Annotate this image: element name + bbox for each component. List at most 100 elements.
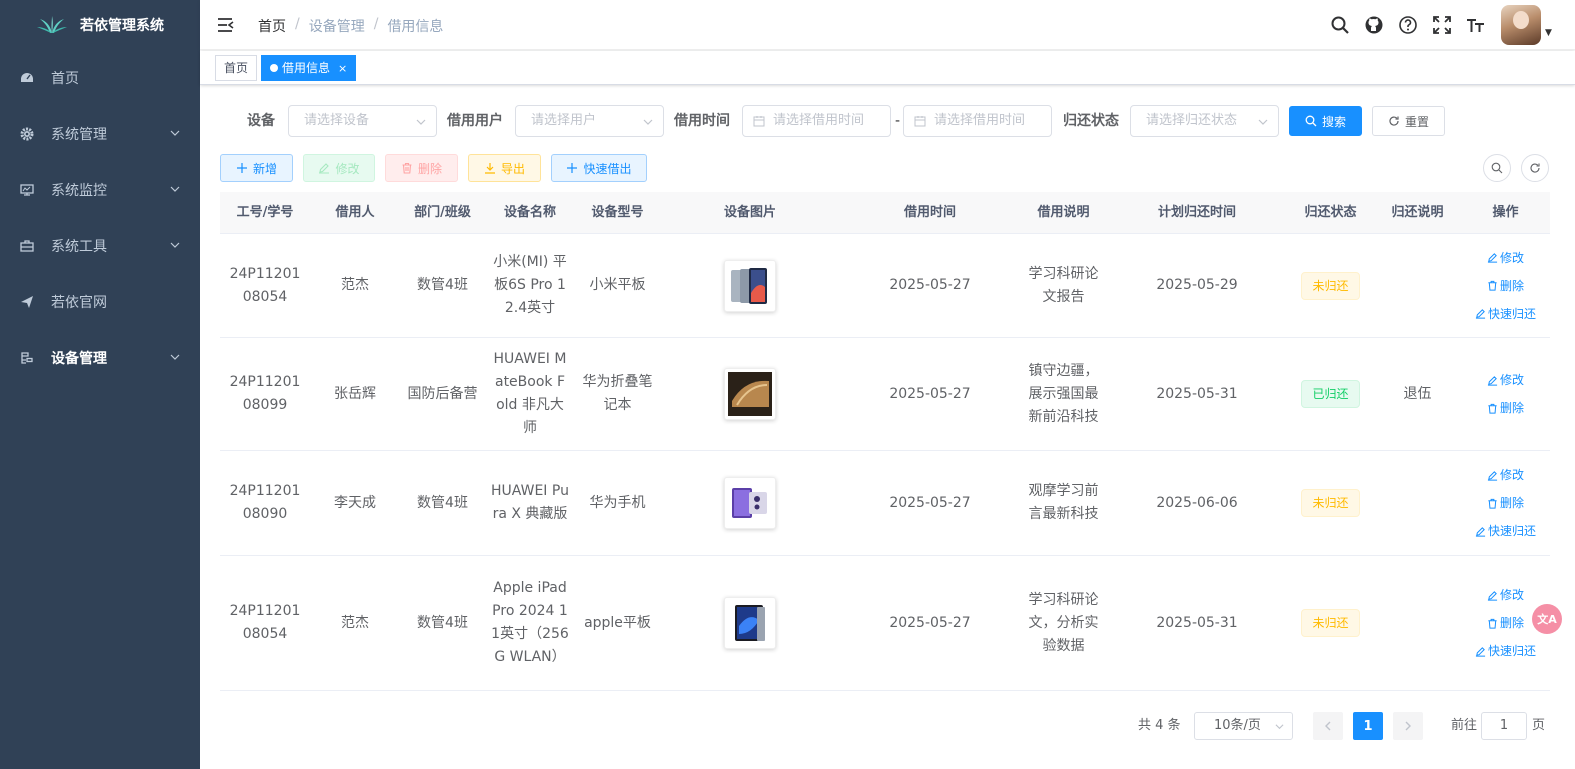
search-icon[interactable] [1323,0,1357,50]
time-start-placeholder: 请选择借用时间 [773,113,865,128]
search-button[interactable]: 搜索 [1289,106,1362,136]
reset-button[interactable]: 重置 [1372,106,1445,136]
device-image-laptop[interactable] [724,368,776,420]
app-logo[interactable]: 若依管理系统 [0,0,200,50]
plus-icon [567,163,578,173]
cell-borrow-time: 2025-05-27 [889,385,971,402]
send-icon [20,295,34,309]
user-select[interactable]: 请选择用户 [515,105,664,137]
search-form: 设备 请选择设备 借用用户 请选择用户 借用时间 请选择借用时间 - 请选择借用… [200,105,1575,137]
cell-id: 24P1120108054 [229,265,301,305]
row-delete-link[interactable]: 删除 [1487,276,1524,296]
font-size-icon[interactable] [1459,0,1493,50]
goto-page-input[interactable]: 1 [1481,712,1527,740]
cell-name: 张岳辉 [334,385,376,402]
page-number-button[interactable]: 1 [1353,712,1383,740]
app-title: 若依管理系统 [80,18,164,34]
translate-fab-icon[interactable]: 文A [1532,604,1562,634]
cell-image [660,556,840,690]
cell-model: apple平板 [584,614,651,631]
cell-status: 已归还 [1287,338,1374,450]
toggle-search-button[interactable] [1483,154,1511,182]
help-icon[interactable] [1391,0,1425,50]
row-edit-link[interactable]: 修改 [1487,585,1524,605]
avatar[interactable] [1501,5,1541,45]
sidebar-item-label: 系统管理 [51,127,107,143]
device-image-tablet[interactable] [724,259,776,312]
user-placeholder: 请选择用户 [531,113,597,128]
row-delete-link[interactable]: 删除 [1487,493,1524,513]
column-header: 部门/班级 [414,205,471,220]
cell-actions: 修改 删除 快速归还 [1461,451,1550,555]
row-delete-link[interactable]: 删除 [1487,613,1524,633]
fullscreen-icon[interactable] [1425,0,1459,50]
edit-icon [1475,309,1486,319]
row-quick-return-link[interactable]: 快速归还 [1475,304,1536,324]
caret-down-icon[interactable]: ▼ [1545,0,1557,50]
monitor-icon [20,183,34,197]
quick-borrow-button[interactable]: 快速借出 [551,154,647,182]
reset-button-label: 重置 [1404,114,1429,129]
next-page-button[interactable] [1393,712,1423,740]
row-delete-label: 删除 [1499,616,1524,630]
column-header: 操作 [1492,205,1519,220]
edit-button[interactable]: 修改 [303,154,375,182]
sidebar-item-device[interactable]: 设备管理 [0,330,200,386]
column-header: 设备型号 [591,205,644,220]
borrow-time-start-picker[interactable]: 请选择借用时间 [742,105,891,137]
device-image-ipad[interactable] [724,597,776,649]
device-image-phone[interactable] [724,477,776,529]
calendar-icon [914,116,926,127]
delete-button[interactable]: 删除 [385,154,458,182]
breadcrumb-item-home[interactable]: 首页 [258,16,286,36]
row-edit-link[interactable]: 修改 [1487,370,1524,390]
tag-borrow-info[interactable]: 借用信息 × [261,55,357,81]
sidebar-item-tools[interactable]: 系统工具 [0,218,200,274]
cell-actions: 修改 删除 [1461,338,1550,450]
trash-icon [1488,498,1497,509]
column-header: 借用说明 [1037,205,1090,220]
chevron-down-icon [416,119,426,125]
time-label: 借用时间 [674,113,730,129]
quick-borrow-button-label: 快速借出 [583,161,632,176]
borrow-time-end-picker[interactable]: 请选择借用时间 [903,105,1052,137]
tag-home[interactable]: 首页 [215,55,258,81]
table-row[interactable]: 24P1120108090 李天成 数管4班 HUAWEI Pura X 典藏版… [220,451,1550,556]
export-button[interactable]: 导出 [468,154,541,182]
github-icon[interactable] [1357,0,1391,50]
chevron-down-icon [1275,724,1284,730]
sidebar-item-website[interactable]: 若依官网 [0,274,200,330]
chevron-right-icon [1405,721,1411,731]
refresh-button[interactable] [1521,154,1549,182]
sidebar-item-monitor[interactable]: 系统监控 [0,162,200,218]
cell-id: 24P1120108054 [229,603,301,642]
status-placeholder: 请选择归还状态 [1146,113,1238,128]
table-row[interactable]: 24P1120108054 范杰 数管4班 Apple iPad Pro 202… [220,556,1550,691]
status-badge: 未归还 [1301,489,1360,517]
close-icon[interactable]: × [338,62,347,75]
cell-actions: 修改 删除 快速归还 [1461,234,1550,337]
status-label: 归还状态 [1063,113,1119,129]
page-size-select[interactable]: 10条/页 [1194,712,1293,740]
download-icon [484,163,495,174]
row-delete-link[interactable]: 删除 [1487,398,1524,418]
row-quick-return-link[interactable]: 快速归还 [1475,521,1536,541]
device-select[interactable]: 请选择设备 [288,105,437,137]
edit-icon [1487,470,1498,481]
table-row[interactable]: 24P1120108099 张岳辉 国防后备营 HUAWEI MateBook … [220,338,1550,451]
row-edit-link[interactable]: 修改 [1487,248,1524,268]
sidebar-item-home[interactable]: 首页 [0,50,200,106]
status-select[interactable]: 请选择归还状态 [1130,105,1279,137]
menu-fold-icon[interactable] [216,15,236,35]
table-row[interactable]: 24P1120108054 范杰 数管4班 小米(MI) 平板6S Pro 12… [220,234,1550,338]
trash-icon [1488,618,1497,629]
sidebar-item-system[interactable]: 系统管理 [0,106,200,162]
edit-icon [1487,590,1498,601]
edit-icon [1475,646,1486,657]
navbar: 首页 / 设备管理 / 借用信息 ▼ [200,0,1575,50]
add-button[interactable]: 新增 [220,154,293,182]
prev-page-button[interactable] [1313,712,1343,740]
cell-note: 学习科研论文报告 [1028,265,1099,305]
row-edit-link[interactable]: 修改 [1487,465,1524,485]
row-quick-return-link[interactable]: 快速归还 [1475,641,1536,661]
